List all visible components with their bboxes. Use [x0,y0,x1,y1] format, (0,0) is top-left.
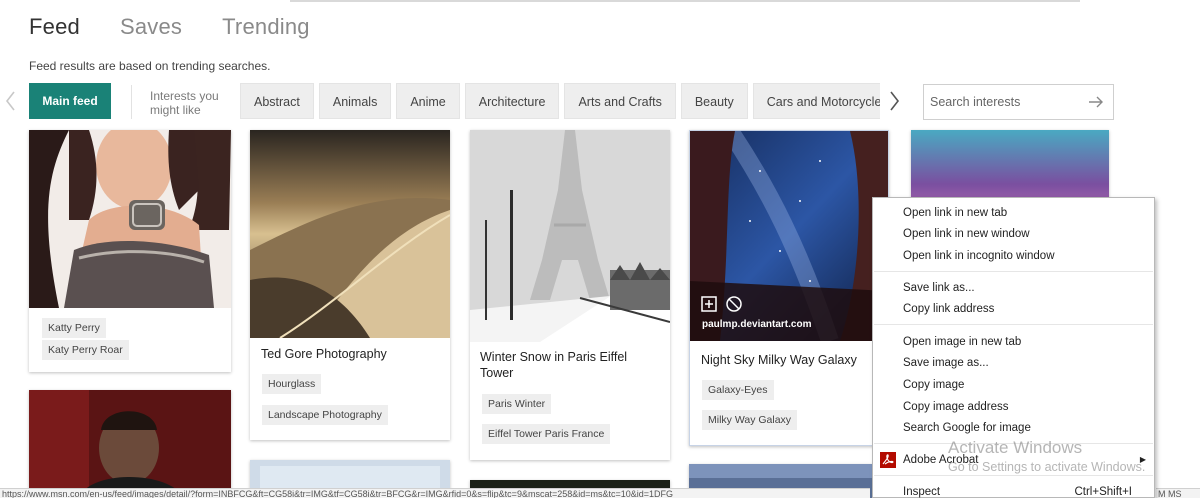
tag[interactable]: Eiffel Tower Paris France [482,424,611,444]
menu-item-search-google-image[interactable]: Search Google for image [903,418,1031,438]
chip-abstract[interactable]: Abstract [240,83,314,119]
divider [131,85,132,119]
tag[interactable]: Hourglass [262,374,322,394]
feed-subtitle: Feed results are based on trending searc… [29,59,271,73]
menu-item-copy-link-address[interactable]: Copy link address [903,299,994,319]
tab-feed[interactable]: Feed [29,14,80,40]
chip-arts-and-crafts[interactable]: Arts and Crafts [564,83,676,119]
tab-saves[interactable]: Saves [120,14,182,40]
card-image[interactable] [470,130,670,342]
interests-label-line2: might like [150,103,201,117]
chip-anime[interactable]: Anime [396,83,460,119]
menu-item-open-link-incognito[interactable]: Open link in incognito window [903,246,1055,266]
main-feed-button[interactable]: Main feed [29,83,111,119]
interests-label: Interests you might like [150,89,219,117]
card-image[interactable] [250,130,450,338]
card-image[interactable] [690,131,888,341]
tag[interactable]: Paris Winter [482,394,552,414]
tag[interactable]: Katy Perry Roar [42,340,129,360]
menu-item-open-link-new-tab[interactable]: Open link in new tab [903,203,1007,223]
tag[interactable]: Milky Way Galaxy [702,410,798,430]
chip-architecture[interactable]: Architecture [464,83,560,119]
chip-beauty[interactable]: Beauty [680,83,748,119]
menu-item-open-link-new-window[interactable]: Open link in new window [903,224,1030,244]
card-image[interactable] [29,130,231,308]
scroll-right-chevron-icon[interactable] [889,88,903,114]
adobe-acrobat-icon [880,452,896,468]
feed-card-night-sky[interactable]: paulmp.deviantart.com Night Sky Milky Wa… [689,130,889,446]
search-interests-input[interactable] [924,85,1084,119]
chip-cars-and-motorcycles[interactable]: Cars and Motorcycles [752,83,880,119]
status-bar-right: M MS [1156,488,1200,498]
menu-item-save-link-as[interactable]: Save link as... [903,278,975,298]
interest-chips: Abstract Animals Anime Architecture Arts and… [240,83,880,119]
feed-card-katy-perry[interactable]: Katty Perry Katy Perry Roar [29,130,231,372]
tag[interactable]: Galaxy-Eyes [702,380,774,400]
menu-item-inspect[interactable]: Inspect [903,482,940,498]
menu-item-open-image-new-tab[interactable]: Open image in new tab [903,332,1021,352]
arrow-right-icon[interactable] [1087,93,1105,111]
menu-item-copy-image-address[interactable]: Copy image address [903,397,1008,417]
feed-card-ted-gore[interactable]: Ted Gore Photography Hourglass Landscape… [250,130,450,440]
image-credit: paulmp.deviantart.com [702,319,812,330]
menu-separator [874,271,1153,272]
tag[interactable]: Katty Perry [42,318,106,338]
tab-trending[interactable]: Trending [222,14,310,40]
feed-card-portrait[interactable] [29,390,231,498]
card-title[interactable]: Winter Snow in Paris Eiffel Tower [480,349,660,381]
scroll-left-chevron-icon[interactable] [4,88,18,114]
interests-label-line1: Interests you [150,89,219,103]
top-divider [290,0,1080,2]
feed-card-paris[interactable]: Winter Snow in Paris Eiffel Tower Paris … [470,130,670,460]
card-title[interactable]: Night Sky Milky Way Galaxy [701,352,881,368]
feed-nav-tabs: Feed Saves Trending [29,14,350,40]
activate-windows-subtitle: Go to Settings to activate Windows. [948,460,1146,474]
search-interests-box [923,84,1114,120]
menu-item-save-image-as[interactable]: Save image as... [903,353,989,373]
status-bar-url: https://www.msn.com/en-us/feed/images/de… [0,488,870,498]
tag[interactable]: Landscape Photography [262,405,388,425]
activate-windows-title: Activate Windows [948,438,1083,457]
menu-separator [874,324,1153,325]
chip-animals[interactable]: Animals [318,83,392,119]
inspect-shortcut: Ctrl+Shift+I [1074,486,1132,498]
card-image[interactable] [29,390,231,498]
menu-separator [874,475,1153,476]
card-title[interactable]: Ted Gore Photography [261,346,441,362]
menu-item-copy-image[interactable]: Copy image [903,375,964,395]
